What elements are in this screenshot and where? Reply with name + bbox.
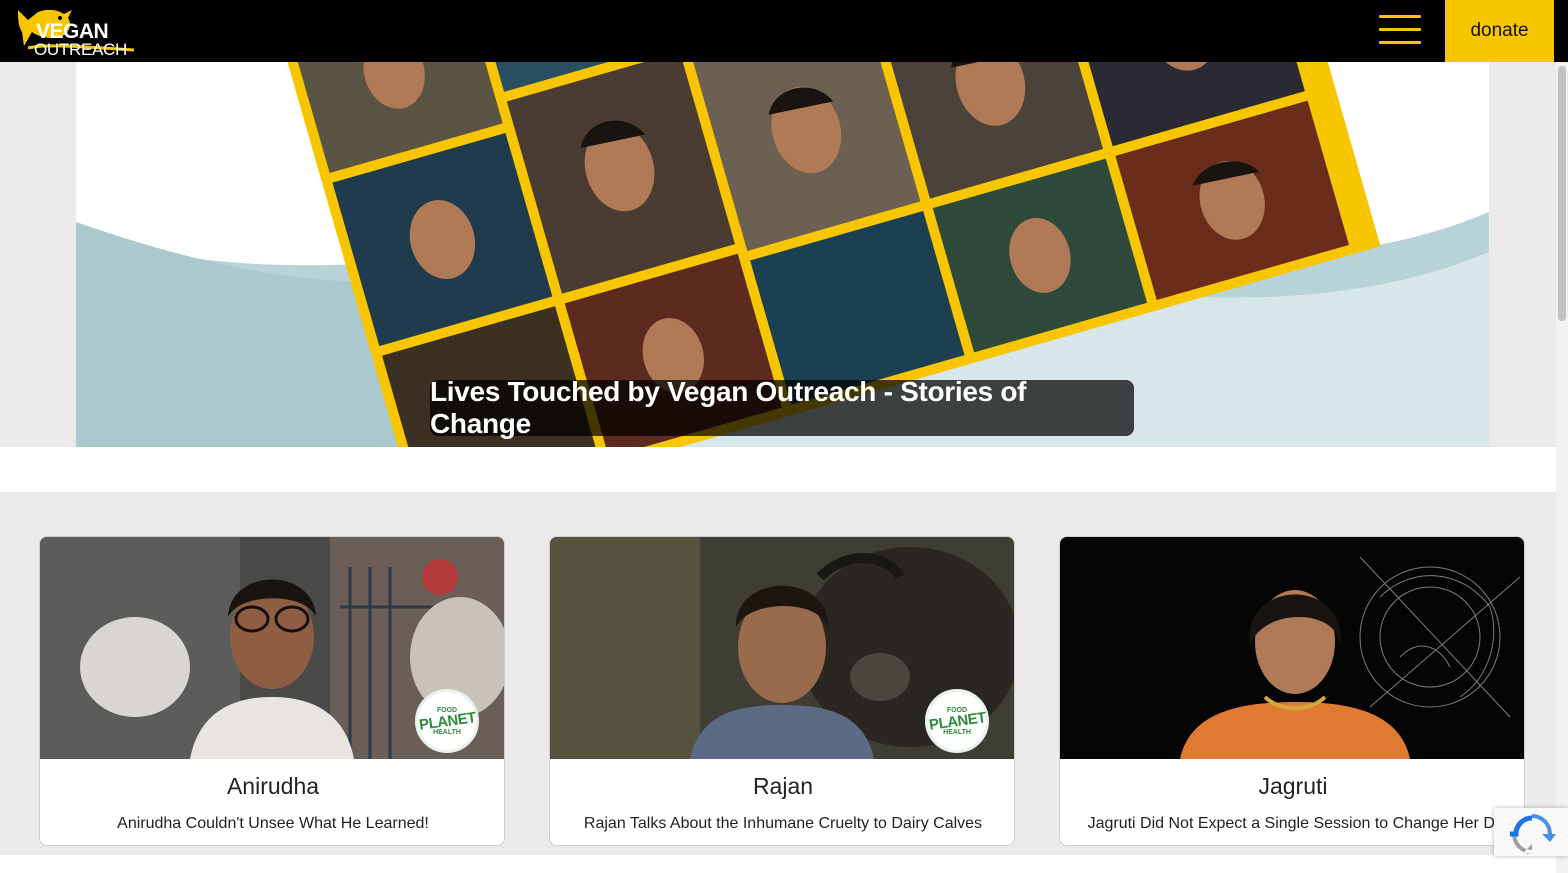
donate-button[interactable]: donate (1445, 0, 1554, 62)
site-header: VEGAN OUTREACH donate (0, 0, 1568, 62)
story-description[interactable]: Jagruti Did Not Expect a Single Session … (1060, 815, 1524, 833)
story-thumbnail[interactable] (1060, 537, 1524, 759)
hero-section: Lives Touched by Vegan Outreach - Storie… (0, 62, 1568, 492)
story-name[interactable]: Rajan (550, 773, 1014, 800)
story-name[interactable]: Jagruti (1060, 773, 1524, 800)
story-card-jagruti[interactable]: Jagruti Jagruti Did Not Expect a Single … (1059, 536, 1525, 846)
story-name[interactable]: Anirudha (40, 773, 504, 800)
food-planet-health-badge: FOOD PLANET HEALTH (925, 689, 989, 753)
scrollbar-thumb[interactable] (1558, 66, 1566, 321)
story-card-anirudha[interactable]: FOOD PLANET HEALTH Anirudha Anirudha Cou… (39, 536, 505, 846)
story-card-rajan[interactable]: FOOD PLANET HEALTH Rajan Rajan Talks Abo… (549, 536, 1015, 846)
page-bottom-strip (0, 855, 1568, 873)
home-logo-link[interactable]: VEGAN OUTREACH (0, 0, 150, 62)
logo-text-outreach: OUTREACH (34, 40, 127, 59)
story-thumbnail[interactable]: FOOD PLANET HEALTH (550, 537, 1014, 759)
page-scrollbar[interactable] (1556, 62, 1568, 873)
recaptcha-badge[interactable] (1494, 808, 1568, 856)
hero-banner: Lives Touched by Vegan Outreach - Storie… (76, 62, 1489, 447)
stories-grid: FOOD PLANET HEALTH Anirudha Anirudha Cou… (0, 492, 1568, 855)
recaptcha-icon (1510, 814, 1556, 854)
story-thumbnail[interactable]: FOOD PLANET HEALTH (40, 537, 504, 759)
hero-caption: Lives Touched by Vegan Outreach - Storie… (430, 376, 1134, 439)
hamburger-menu-icon[interactable] (1376, 12, 1424, 48)
story-description[interactable]: Rajan Talks About the Inhumane Cruelty t… (550, 815, 1014, 833)
story-description[interactable]: Anirudha Couldn't Unsee What He Learned! (40, 815, 504, 833)
food-planet-health-badge: FOOD PLANET HEALTH (415, 689, 479, 753)
